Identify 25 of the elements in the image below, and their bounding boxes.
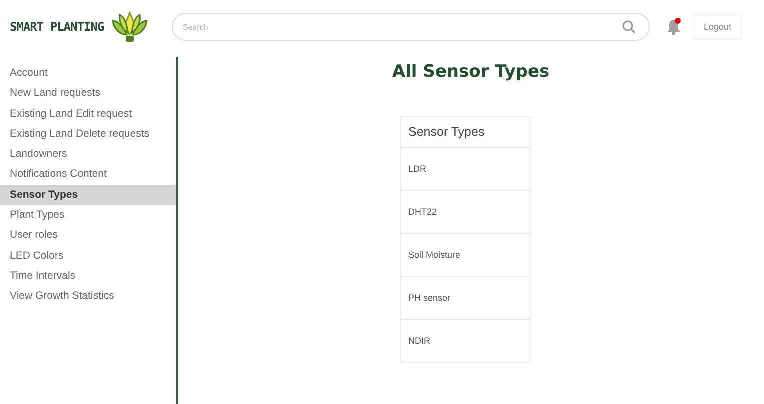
sidebar-item[interactable]: Landowners <box>0 144 176 164</box>
page-title: All Sensor Types <box>392 62 550 82</box>
sidebar-item[interactable]: Sensor Types <box>0 184 176 206</box>
sidebar-item[interactable]: Time Intervals <box>0 266 176 286</box>
sidebar-item[interactable]: LED Colors <box>0 246 176 266</box>
notification-bell-icon[interactable] <box>666 18 682 36</box>
sidebar-item[interactable]: Account <box>0 63 176 84</box>
search-icon <box>622 20 636 34</box>
logout-button[interactable]: Logout <box>694 14 742 40</box>
sidebar-item[interactable]: Existing Land Delete requests <box>0 124 176 144</box>
lotus-logo-icon <box>110 9 150 45</box>
logo-text: SMART PLANTING <box>10 20 104 34</box>
column-header: Sensor Types <box>400 116 530 148</box>
search-field[interactable]: Search <box>172 13 650 41</box>
sidebar-item[interactable]: View Growth Statistics <box>0 286 176 307</box>
table-cell: NDIR <box>400 320 530 362</box>
sidebar-item[interactable]: New Land requests <box>0 83 176 104</box>
table-cell: LDR <box>400 148 530 190</box>
sidebar-item[interactable]: Existing Land Edit request <box>0 104 176 124</box>
sidebar-item[interactable]: Notifications Content <box>0 164 176 185</box>
table-cell: Soil Moisture <box>400 234 530 276</box>
sidebar-item[interactable]: User roles <box>0 225 176 246</box>
sidebar-item[interactable]: Plant Types <box>0 205 176 226</box>
table-cell: DHT22 <box>400 190 530 234</box>
table-cell: PH sensor <box>400 276 530 320</box>
